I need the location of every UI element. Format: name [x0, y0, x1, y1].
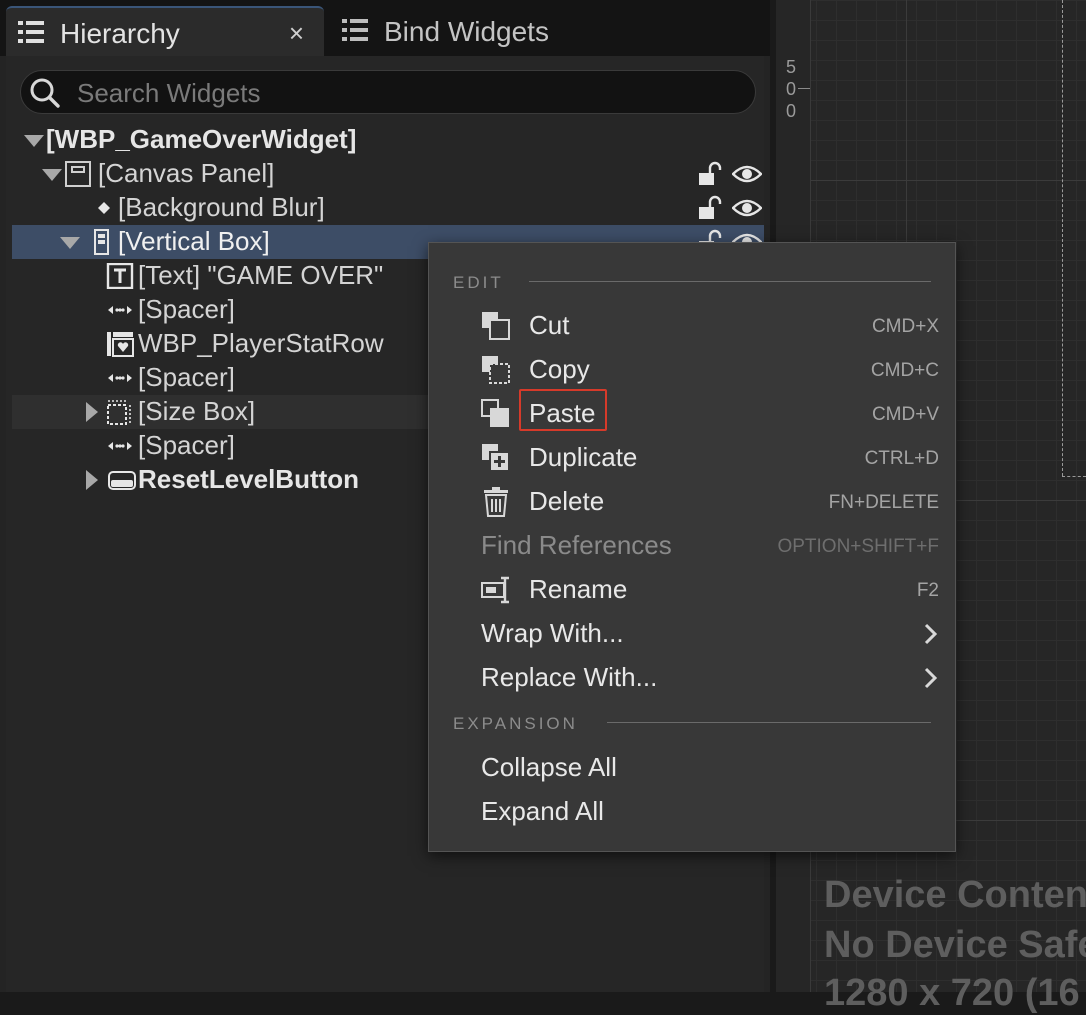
safe-zone-border	[1062, 476, 1086, 477]
menu-item-label: Rename	[529, 574, 628, 604]
tree-row-label: [Canvas Panel]	[98, 158, 275, 188]
menu-item-delete[interactable]: Delete FN+DELETE	[429, 480, 955, 524]
highlight-box	[519, 389, 607, 431]
tab-hierarchy-label: Hierarchy	[60, 18, 180, 49]
menu-item-duplicate[interactable]: Duplicate CTRL+D	[429, 436, 955, 480]
menu-shortcut: CTRL+D	[864, 448, 939, 469]
close-icon[interactable]: ×	[289, 18, 304, 49]
menu-shortcut: CMD+X	[871, 316, 939, 337]
cut-icon	[482, 312, 510, 340]
menu-item-label: Duplicate	[529, 442, 638, 472]
diamond-icon	[98, 202, 110, 214]
section-divider	[529, 281, 931, 282]
menu-item-cut[interactable]: Cut CMD+X	[429, 304, 955, 348]
menu-item-wrap-with[interactable]: Wrap With...	[429, 612, 955, 656]
tree-row-label: [Background Blur]	[118, 192, 325, 222]
menu-item-label: Cut	[529, 310, 570, 340]
user-widget-icon	[107, 332, 134, 357]
device-resolution-label: 1280 x 720 (16	[824, 972, 1080, 1014]
spacer-icon	[108, 442, 132, 450]
menu-shortcut: CMD+C	[870, 360, 939, 381]
menu-item-label: Collapse All	[481, 752, 617, 782]
ruler-label: 5 0 0	[784, 56, 798, 122]
tab-bind-widgets[interactable]: Bind Widgets	[330, 6, 570, 56]
paste-icon	[481, 399, 509, 427]
vertical-box-icon	[94, 229, 109, 255]
tree-row-label: [Spacer]	[138, 362, 235, 392]
tab-hierarchy[interactable]: Hierarchy ×	[6, 6, 324, 58]
collapse-arrow-icon[interactable]	[24, 135, 44, 147]
menu-shortcut: OPTION+SHIFT+F	[777, 536, 939, 557]
trash-icon	[484, 487, 508, 517]
menu-shortcut: F2	[916, 580, 939, 601]
menu-item-find-references[interactable]: Find References OPTION+SHIFT+F	[429, 524, 955, 568]
context-menu: EDIT Cut CMD+X Copy CMD+C Paste CMD+V Du…	[428, 242, 956, 852]
expand-arrow-icon[interactable]	[86, 470, 98, 490]
menu-item-copy[interactable]: Copy CMD+C	[429, 348, 955, 392]
tree-row-label: [Vertical Box]	[118, 226, 270, 256]
tree-row-label: WBP_PlayerStatRow	[138, 328, 384, 358]
search-input[interactable]	[75, 75, 739, 111]
search-icon	[30, 78, 60, 108]
collapse-arrow-icon[interactable]	[60, 237, 80, 249]
menu-item-collapse-all[interactable]: Collapse All	[429, 746, 955, 790]
tab-bar: Hierarchy × Bind Widgets	[0, 0, 770, 58]
size-box-icon	[107, 400, 131, 425]
eye-icon[interactable]	[732, 197, 762, 219]
menu-item-expand-all[interactable]: Expand All	[429, 790, 955, 834]
hierarchy-icon	[18, 21, 44, 43]
unlock-icon[interactable]	[698, 161, 722, 187]
tree-row-label: [WBP_GameOverWidget]	[46, 124, 357, 154]
ruler-digit: 0	[785, 101, 796, 121]
bind-widgets-icon	[342, 19, 368, 41]
tree-row-label: ResetLevelButton	[138, 464, 360, 494]
menu-item-label: Wrap With...	[481, 618, 624, 648]
button-icon	[108, 471, 136, 490]
eye-icon[interactable]	[732, 163, 762, 185]
tree-row-label: [Text] "GAME OVER"	[138, 260, 384, 290]
device-content-label: Device Content	[824, 874, 1086, 916]
spacer-icon	[108, 374, 132, 382]
search-box[interactable]	[20, 70, 756, 114]
unlock-icon[interactable]	[698, 195, 722, 221]
menu-item-paste[interactable]: Paste CMD+V	[429, 389, 955, 436]
ruler-digit: 0	[785, 79, 796, 99]
safe-zone-border	[1062, 0, 1063, 476]
tree-row-canvas-panel[interactable]: [Canvas Panel]	[12, 157, 764, 191]
menu-item-label: Expand All	[481, 796, 604, 826]
menu-shortcut: CMD+V	[871, 404, 939, 425]
spacer-icon	[108, 306, 132, 314]
menu-item-rename[interactable]: Rename F2	[429, 568, 955, 612]
edit-section-header: EDIT	[453, 273, 504, 292]
menu-item-label: Find References	[481, 530, 672, 560]
expand-arrow-icon[interactable]	[86, 402, 98, 422]
rename-icon	[481, 576, 509, 604]
duplicate-icon	[482, 444, 510, 472]
section-divider	[607, 722, 931, 723]
tab-bind-widgets-label: Bind Widgets	[384, 16, 549, 47]
tree-row-background-blur[interactable]: [Background Blur]	[12, 191, 764, 225]
menu-item-label: Copy	[529, 354, 590, 384]
canvas-panel-icon	[65, 161, 91, 187]
collapse-arrow-icon[interactable]	[42, 169, 62, 181]
chevron-right-icon	[924, 667, 938, 689]
ruler-tick	[798, 88, 810, 89]
tree-row-root[interactable]: [WBP_GameOverWidget]	[12, 123, 764, 157]
copy-icon	[482, 356, 510, 384]
menu-item-replace-with[interactable]: Replace With...	[429, 656, 955, 700]
menu-item-label: Delete	[529, 486, 605, 516]
device-safe-zone-label: No Device Safe	[824, 924, 1086, 966]
tree-row-label: [Spacer]	[138, 294, 235, 324]
grid-major-line	[810, 180, 1086, 181]
tree-row-label: [Size Box]	[138, 396, 256, 426]
menu-shortcut: FN+DELETE	[828, 492, 939, 513]
text-icon	[106, 263, 134, 289]
tree-row-label: [Spacer]	[138, 430, 235, 460]
chevron-right-icon	[924, 623, 938, 645]
ruler-digit: 5	[785, 57, 796, 77]
menu-item-label: Replace With...	[481, 662, 658, 692]
expansion-section-header: EXPANSION	[453, 714, 578, 733]
